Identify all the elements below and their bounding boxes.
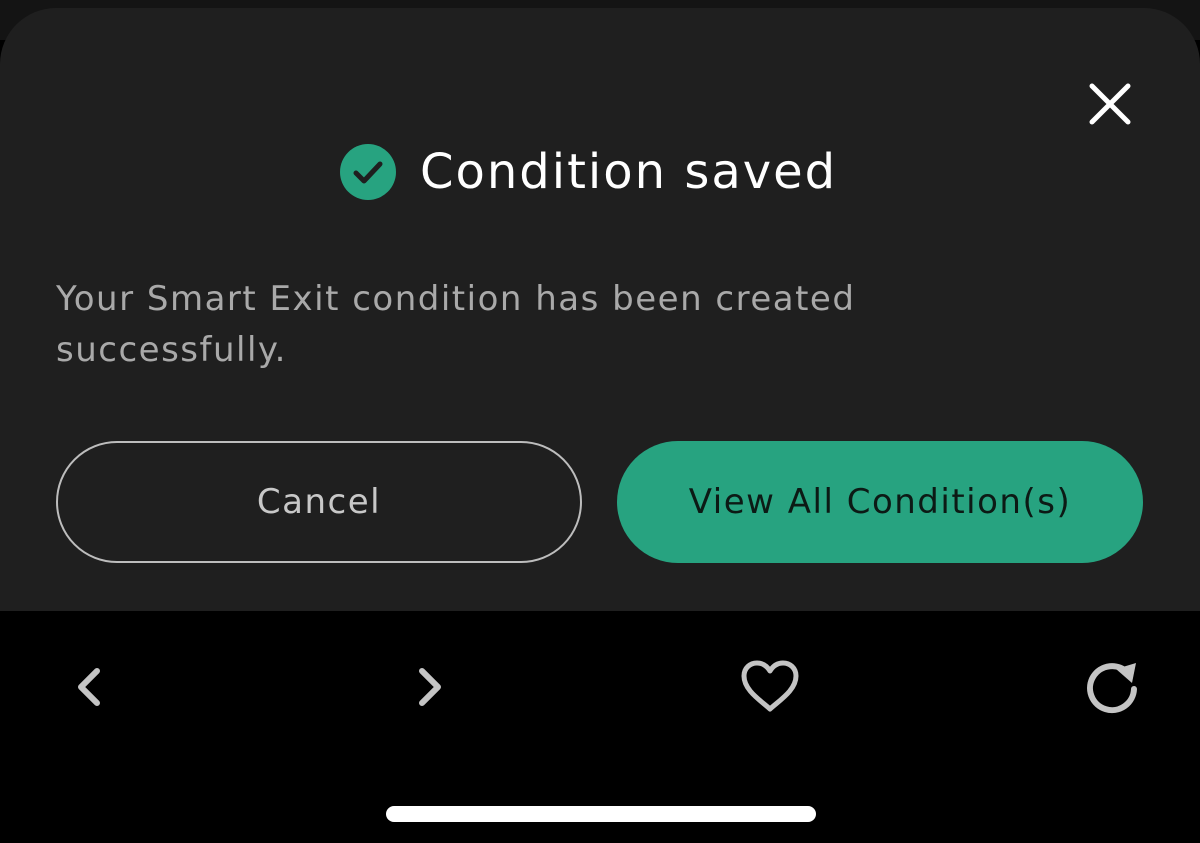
forward-button[interactable]: [398, 655, 462, 719]
forward-chevron-icon: [419, 668, 441, 706]
close-icon: [1089, 83, 1131, 125]
favorite-button[interactable]: [738, 655, 802, 719]
cancel-button[interactable]: Cancel: [56, 441, 582, 563]
check-circle-icon: [340, 144, 396, 200]
heart-icon: [741, 660, 799, 712]
back-button[interactable]: [57, 655, 121, 719]
home-indicator[interactable]: [386, 806, 816, 822]
dialog-header: Condition saved: [340, 136, 837, 208]
bottom-sheet-dialog: Condition saved Your Smart Exit conditio…: [0, 8, 1200, 611]
reload-button[interactable]: [1080, 655, 1144, 719]
reload-icon: [1087, 663, 1137, 714]
screen: Condition saved Your Smart Exit conditio…: [0, 0, 1200, 843]
back-chevron-icon: [78, 668, 100, 706]
view-all-conditions-button[interactable]: View All Condition(s): [617, 441, 1143, 563]
dialog-title: Condition saved: [420, 144, 838, 200]
close-button[interactable]: [1082, 76, 1138, 132]
dialog-message: Your Smart Exit condition has been creat…: [56, 279, 856, 370]
